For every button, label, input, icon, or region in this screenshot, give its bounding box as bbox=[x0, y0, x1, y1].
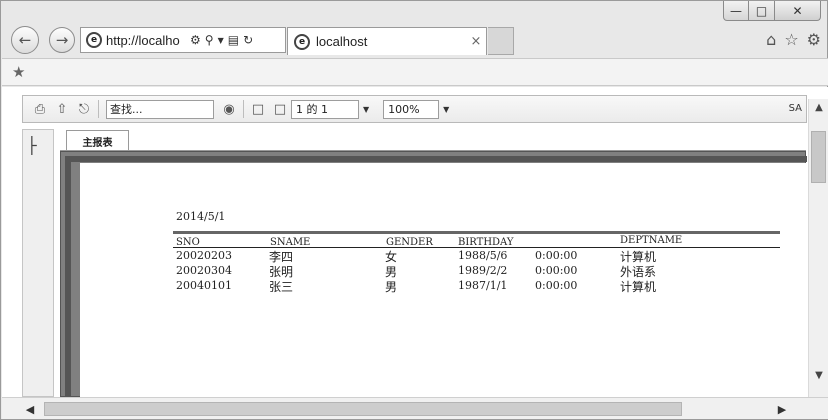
vertical-scroll-thumb[interactable] bbox=[811, 131, 826, 183]
cell-deptname: 计算机 bbox=[620, 280, 657, 294]
cell-birthday-time: 0:00:00 bbox=[535, 264, 578, 277]
horizontal-scroll-thumb[interactable] bbox=[44, 402, 682, 416]
gear-icon[interactable]: ⚙ bbox=[807, 30, 821, 49]
report-date: 2014/5/1 bbox=[176, 210, 226, 223]
table-row: 20020304 张明 男 1989/2/2 0:00:00 外语系 bbox=[80, 264, 806, 279]
zoom-dropdown-icon[interactable]: ▼ bbox=[443, 105, 449, 114]
scroll-right-icon[interactable]: ▶ bbox=[772, 399, 792, 419]
browser-tools: ⌂ ☆ ⚙ bbox=[766, 30, 821, 49]
cell-gender: 男 bbox=[385, 280, 398, 294]
scroll-down-icon[interactable]: ▼ bbox=[809, 367, 828, 383]
compat-view-icon[interactable]: ▤ bbox=[228, 33, 239, 47]
table-row: 20020203 李四 女 1988/5/6 0:00:00 计算机 bbox=[80, 249, 806, 264]
cell-sname: 张三 bbox=[269, 280, 294, 294]
cell-birthday-time: 0:00:00 bbox=[535, 249, 578, 262]
first-page-icon[interactable]: □ bbox=[247, 99, 269, 119]
favorites-bar: ★ bbox=[2, 58, 828, 86]
column-header-underline bbox=[173, 247, 780, 248]
document-map-panel: ├ bbox=[22, 129, 54, 397]
search-icon[interactable]: ⚲ bbox=[205, 33, 214, 47]
home-icon[interactable]: ⌂ bbox=[766, 30, 776, 49]
tab-close-icon[interactable]: × bbox=[466, 34, 486, 49]
chevron-down-icon[interactable]: ▼ bbox=[218, 36, 224, 45]
toolbar-trailing-text: SA bbox=[788, 103, 802, 114]
cell-birthday-date: 1989/2/2 bbox=[458, 264, 508, 277]
back-arrow-icon: ← bbox=[18, 31, 32, 49]
zoom-select[interactable]: 100% bbox=[383, 99, 440, 119]
print-icon[interactable]: ⎙ bbox=[29, 99, 51, 119]
refresh-icon[interactable]: ↻ bbox=[243, 33, 253, 47]
navigation-bar: ← → e http://localho ⚙ ⚲ ▼ ▤ ↻ e localho… bbox=[1, 23, 828, 57]
header-rule bbox=[173, 231, 780, 234]
address-bar[interactable]: e http://localho ⚙ ⚲ ▼ ▤ ↻ bbox=[80, 27, 286, 53]
page-dropdown-icon[interactable]: ▼ bbox=[363, 105, 369, 114]
star-icon[interactable]: ☆ bbox=[784, 30, 798, 49]
toolbar-divider bbox=[98, 100, 99, 118]
document-map-icon[interactable]: ├ bbox=[27, 136, 37, 155]
find-input[interactable]: 查找... bbox=[106, 99, 214, 119]
find-binoculars-icon[interactable]: ◉ bbox=[218, 99, 240, 119]
export-icon[interactable]: ⎋ bbox=[73, 99, 95, 119]
tab-localhost[interactable]: e localhost × bbox=[287, 27, 487, 55]
maximize-button[interactable]: □ bbox=[749, 1, 775, 21]
ie-logo-icon: e bbox=[294, 33, 310, 50]
report-shadow-left bbox=[65, 156, 71, 396]
window-controls: — □ ✕ bbox=[723, 1, 821, 21]
cell-sno: 20040101 bbox=[176, 279, 232, 292]
toolbar-divider bbox=[243, 100, 244, 118]
minimize-button[interactable]: — bbox=[723, 1, 749, 21]
report-viewer: 2014/5/1 SNO SNAME GENDER BIRTHDAY DEPTN… bbox=[60, 151, 807, 399]
report-toolbar: ⎙ ⇧ ⎋ 查找... ◉ □ □ 1 的 1 ▼ 100% ▼ SA bbox=[22, 95, 807, 123]
address-url[interactable]: http://localho bbox=[106, 33, 186, 48]
cell-birthday-time: 0:00:00 bbox=[535, 279, 578, 292]
back-button[interactable]: ← bbox=[11, 26, 39, 54]
scroll-left-icon[interactable]: ◀ bbox=[20, 399, 40, 419]
column-header-deptname: DEPTNAME bbox=[620, 235, 683, 246]
report-page: 2014/5/1 SNO SNAME GENDER BIRTHDAY DEPTN… bbox=[80, 163, 806, 399]
tab-main-report[interactable]: 主报表 bbox=[66, 130, 129, 151]
cell-sno: 20020304 bbox=[176, 264, 232, 277]
report-shadow-top bbox=[65, 156, 807, 162]
vertical-scrollbar[interactable]: ▲ ▼ bbox=[808, 99, 828, 397]
page-content: ⎙ ⇧ ⎋ 查找... ◉ □ □ 1 的 1 ▼ 100% ▼ SA ├ 主报… bbox=[2, 87, 828, 399]
up-arrow-icon[interactable]: ⇧ bbox=[51, 99, 73, 119]
browser-window: — □ ✕ ← → e http://localho ⚙ ⚲ ▼ ▤ ↻ e l… bbox=[0, 0, 828, 420]
scroll-up-icon[interactable]: ▲ bbox=[809, 99, 828, 115]
ie-logo-icon: e bbox=[86, 32, 102, 48]
cell-birthday-date: 1987/1/1 bbox=[458, 279, 508, 292]
cell-sno: 20020203 bbox=[176, 249, 232, 262]
horizontal-scrollbar[interactable]: ◀ ▶ bbox=[2, 397, 828, 419]
close-window-button[interactable]: ✕ bbox=[775, 1, 821, 21]
table-row: 20040101 张三 男 1987/1/1 0:00:00 计算机 bbox=[80, 279, 806, 294]
previous-page-icon[interactable]: □ bbox=[269, 99, 291, 119]
tab-title: localhost bbox=[316, 34, 368, 49]
page-number-input[interactable]: 1 的 1 bbox=[291, 99, 359, 119]
forward-arrow-icon: → bbox=[55, 31, 69, 49]
forward-button[interactable]: → bbox=[49, 27, 75, 53]
compatibility-icon[interactable]: ⚙ bbox=[190, 33, 201, 47]
add-favorite-icon[interactable]: ★ bbox=[12, 63, 25, 81]
new-tab-button[interactable] bbox=[488, 27, 514, 55]
cell-birthday-date: 1988/5/6 bbox=[458, 249, 508, 262]
